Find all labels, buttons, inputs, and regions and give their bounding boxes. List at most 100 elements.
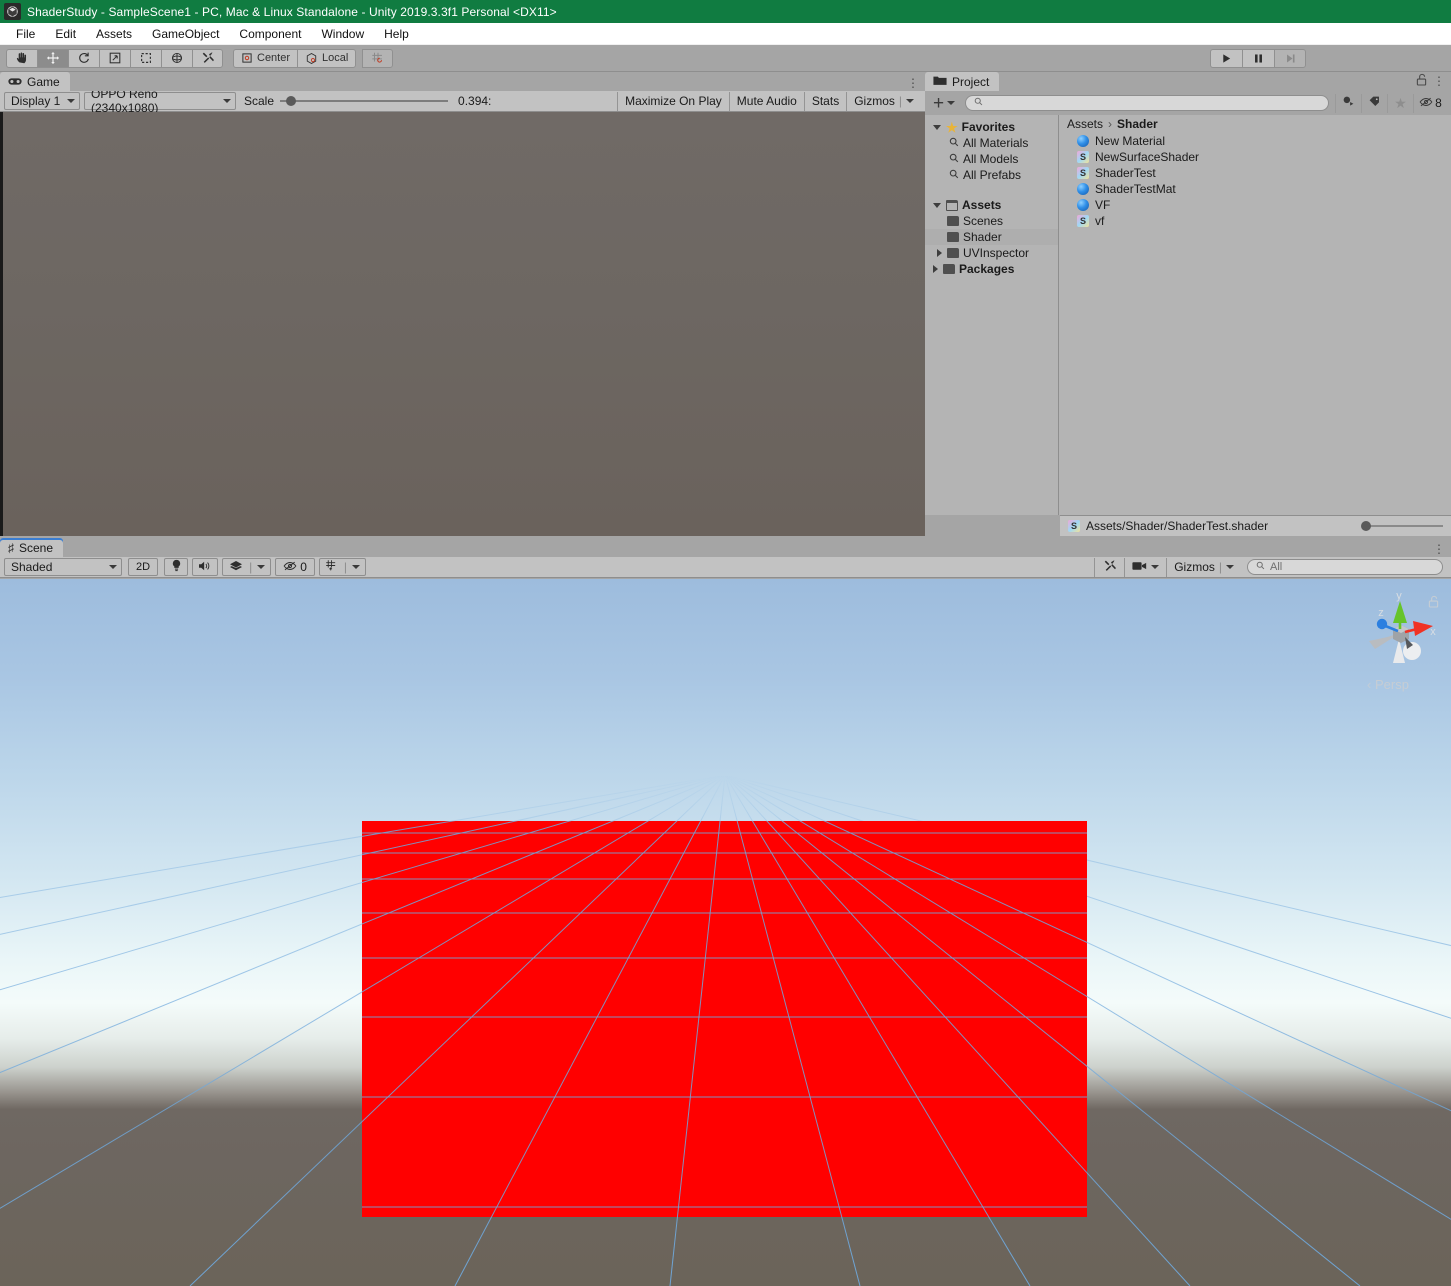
scene-viewport[interactable]: y z x ‹ Persp xyxy=(0,579,1451,1286)
red-quad[interactable] xyxy=(362,821,1087,1217)
chevron-down-icon[interactable] xyxy=(933,124,941,130)
game-panel: Game ⋮ Display 1 OPPO Reno (2340x1080) S… xyxy=(0,72,925,536)
effects-toggle-button[interactable] xyxy=(223,558,249,577)
search-icon xyxy=(949,153,959,166)
custom-tool-button[interactable] xyxy=(192,48,223,68)
scene-search-input[interactable]: All xyxy=(1247,559,1443,575)
menu-help[interactable]: Help xyxy=(374,25,419,43)
step-button[interactable] xyxy=(1274,49,1306,68)
game-viewport[interactable] xyxy=(0,112,925,536)
breadcrumb-separator: › xyxy=(1108,117,1113,131)
tree-item-assets-label: Assets xyxy=(962,198,1002,212)
lock-open-icon[interactable] xyxy=(1416,73,1427,89)
game-gizmos-button[interactable]: Gizmos | xyxy=(846,91,921,111)
transform-tool-button[interactable] xyxy=(161,48,192,68)
scene-tools-button[interactable] xyxy=(1094,557,1124,577)
scale-tool-button[interactable] xyxy=(99,48,130,68)
filter-by-type-button[interactable] xyxy=(1335,93,1361,113)
breadcrumb: Assets › Shader xyxy=(1059,115,1451,133)
tree-item-shader-label: Shader xyxy=(963,230,1002,244)
2d-toggle-button[interactable]: 2D xyxy=(128,558,159,576)
game-scale-slider-knob[interactable] xyxy=(286,96,297,106)
menu-file[interactable]: File xyxy=(6,25,45,43)
tree-item-scenes[interactable]: Scenes xyxy=(925,213,1058,229)
star-icon: ★ xyxy=(946,119,958,135)
asset-label: NewSurfaceShader xyxy=(1095,150,1200,164)
menu-gameobject[interactable]: GameObject xyxy=(142,25,229,43)
create-asset-button[interactable]: + xyxy=(929,94,959,113)
eye-off-icon xyxy=(283,560,297,575)
gizmo-projection-label[interactable]: ‹ Persp xyxy=(1367,677,1409,692)
handle-rotation-button[interactable]: Local xyxy=(297,48,357,68)
grid-snap-button[interactable] xyxy=(362,48,394,68)
stats-button[interactable]: Stats xyxy=(803,91,846,111)
pause-button[interactable] xyxy=(1242,49,1274,68)
filter-favorites-button[interactable]: ★ xyxy=(1387,93,1413,113)
tree-item-favorites[interactable]: ★ Favorites xyxy=(925,119,1058,135)
list-item[interactable]: New Material xyxy=(1059,133,1451,149)
tree-item-shader[interactable]: Shader xyxy=(925,229,1058,245)
scene-orientation-gizmo[interactable]: y z x ‹ Persp xyxy=(1357,589,1443,699)
tree-item-uvinspector[interactable]: UVInspector xyxy=(925,245,1058,261)
play-button[interactable] xyxy=(1210,49,1242,68)
tab-game[interactable]: Game xyxy=(0,72,70,91)
menu-edit[interactable]: Edit xyxy=(45,25,86,43)
tab-project[interactable]: Project xyxy=(925,72,1000,91)
move-tool-button[interactable] xyxy=(37,48,68,68)
list-item[interactable]: S NewSurfaceShader xyxy=(1059,149,1451,165)
scene-panel-menu-icon[interactable]: ⋮ xyxy=(1433,543,1445,555)
effects-dropdown-button[interactable] xyxy=(252,558,270,577)
list-item[interactable]: ShaderTestMat xyxy=(1059,181,1451,197)
display-dropdown[interactable]: Display 1 xyxy=(4,92,80,110)
search-icon xyxy=(949,169,959,182)
project-search-input[interactable] xyxy=(965,95,1329,111)
icon-size-slider-knob[interactable] xyxy=(1361,521,1371,531)
project-toolbar: + ★ 8 xyxy=(925,91,1451,115)
grid-dropdown-button[interactable] xyxy=(347,558,365,577)
menu-component[interactable]: Component xyxy=(229,25,311,43)
lightbulb-icon xyxy=(171,559,182,575)
game-scale-slider[interactable] xyxy=(280,96,449,106)
icon-size-slider[interactable] xyxy=(1361,521,1443,531)
chevron-right-icon[interactable] xyxy=(933,265,938,273)
material-icon xyxy=(1077,135,1089,147)
lighting-toggle-button[interactable] xyxy=(164,558,189,576)
favorite-star-icon: ★ xyxy=(1394,95,1407,111)
menu-window[interactable]: Window xyxy=(311,25,374,43)
mute-audio-button[interactable]: Mute Audio xyxy=(728,91,804,111)
visibility-toggle-button[interactable]: 8 xyxy=(1413,93,1447,113)
project-panel-menu-icon[interactable]: ⋮ xyxy=(1433,75,1445,87)
chevron-down-icon[interactable] xyxy=(933,202,941,208)
maximize-on-play-button[interactable]: Maximize On Play xyxy=(617,91,729,111)
scene-gizmos-button[interactable]: Gizmos | xyxy=(1166,557,1241,577)
chevron-right-icon[interactable] xyxy=(937,249,942,257)
material-icon xyxy=(1077,183,1089,195)
draw-mode-dropdown[interactable]: Shaded xyxy=(4,558,122,576)
pivot-mode-button[interactable]: Center xyxy=(233,48,298,68)
resolution-dropdown[interactable]: OPPO Reno (2340x1080) xyxy=(84,87,236,115)
menu-assets[interactable]: Assets xyxy=(86,25,142,43)
tab-scene[interactable]: ♯ Scene xyxy=(0,538,64,557)
breadcrumb-root[interactable]: Assets xyxy=(1067,117,1103,131)
game-tabstrip: Game ⋮ xyxy=(0,72,925,91)
tree-item-all-models[interactable]: All Models xyxy=(925,151,1058,167)
tree-item-assets[interactable]: Assets xyxy=(925,197,1058,213)
shader-icon: S xyxy=(1077,215,1089,227)
tree-item-all-materials[interactable]: All Materials xyxy=(925,135,1058,151)
project-asset-list[interactable]: Assets › Shader New Material S NewSurfac… xyxy=(1059,115,1451,515)
lock-open-icon[interactable] xyxy=(1428,595,1439,611)
hand-tool-button[interactable] xyxy=(6,48,37,68)
list-item[interactable]: S vf xyxy=(1059,213,1451,229)
grid-toggle-button[interactable] xyxy=(320,558,344,577)
rotate-tool-button[interactable] xyxy=(68,48,99,68)
rect-tool-button[interactable] xyxy=(130,48,161,68)
tree-item-packages[interactable]: Packages xyxy=(925,261,1058,277)
list-item[interactable]: VF xyxy=(1059,197,1451,213)
list-item[interactable]: S ShaderTest xyxy=(1059,165,1451,181)
tree-item-all-prefabs[interactable]: All Prefabs xyxy=(925,167,1058,183)
scene-camera-button[interactable] xyxy=(1124,557,1166,577)
filter-by-label-button[interactable] xyxy=(1361,93,1387,113)
scene-visibility-button[interactable]: 0 xyxy=(275,558,315,576)
game-panel-menu-icon[interactable]: ⋮ xyxy=(907,77,919,89)
audio-toggle-button[interactable] xyxy=(192,558,219,576)
